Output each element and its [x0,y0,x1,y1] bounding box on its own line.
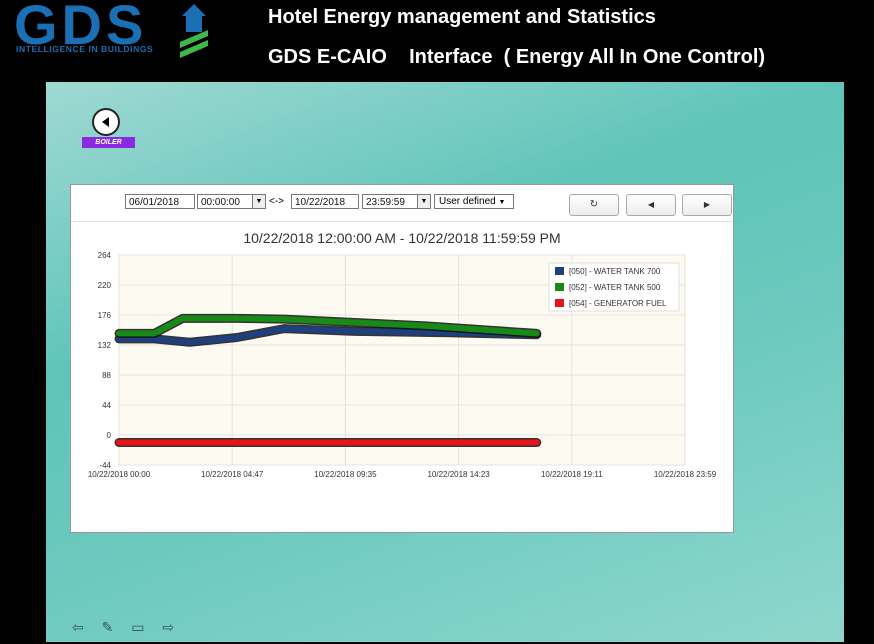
range-mode-label: User defined [439,196,496,207]
y-tick-label: 0 [107,431,112,440]
screen-icon[interactable]: ▭ [131,619,144,636]
y-tick-label: 44 [102,401,111,410]
refresh-button[interactable]: ↻ [569,194,619,216]
y-tick-label: 264 [98,251,112,260]
legend-label: [050] - WATER TANK 700 [569,267,661,276]
start-time-dropdown[interactable]: ▼ [252,194,266,209]
legend-label: [054] - GENERATOR FUEL [569,299,667,308]
end-time-dropdown[interactable]: ▼ [417,194,431,209]
back-arrow-icon[interactable]: ⇦ [72,619,84,636]
footer-toolbar: ⇦ ✎ ▭ ⇨ [72,619,188,636]
chart-toolbar: 06/01/2018 00:00:00 ▼ <-> 10/22/2018 23:… [71,185,733,222]
x-tick-label: 10/22/2018 09:35 [314,470,377,479]
legend-label: [052] - WATER TANK 500 [569,283,661,292]
back-button[interactable] [92,108,120,136]
end-time-input[interactable]: 23:59:59 [362,194,418,209]
prev-icon: ◀ [647,200,655,209]
next-icon: ▶ [703,200,711,209]
pen-icon[interactable]: ✎ [102,619,114,636]
y-tick-label: 176 [98,311,112,320]
y-tick-label: 220 [98,281,112,290]
legend-swatch [555,299,564,307]
logo-tagline: INTELLIGENCE IN BUILDINGS [16,44,154,54]
y-tick-label: -44 [99,461,111,470]
x-tick-label: 10/22/2018 00:00 [88,470,151,479]
refresh-icon: ↻ [589,199,599,210]
start-date-input[interactable]: 06/01/2018 [125,194,195,209]
building-logo-icon [180,4,208,58]
range-separator: <-> [269,196,285,207]
end-date-input[interactable]: 10/22/2018 [291,194,359,209]
range-mode-select[interactable]: User defined ▼ [434,194,514,209]
y-tick-label: 88 [102,371,111,380]
legend-swatch [555,283,564,291]
chart-title: 10/22/2018 12:00:00 AM - 10/22/2018 11:5… [243,230,561,246]
legend-swatch [555,267,564,275]
forward-arrow-icon[interactable]: ⇨ [162,619,174,636]
y-tick-label: 132 [98,341,112,350]
page-title: Hotel Energy management and Statistics [268,6,656,28]
x-tick-label: 10/22/2018 19:11 [541,470,603,479]
desktop-area: BOILER 06/01/2018 00:00:00 ▼ <-> 10/22/2… [46,82,844,642]
caret-down-icon: ▼ [498,199,506,206]
start-time-input[interactable]: 00:00:00 [197,194,253,209]
x-tick-label: 10/22/2018 23:59 [654,470,717,479]
next-button[interactable]: ▶ [682,194,732,216]
line-chart: 264 220 176 132 88 44 0 -4410/22/2018 00:00 10/2… [88,251,717,479]
x-tick-label: 10/22/2018 04:47 [201,470,264,479]
boiler-tag[interactable]: BOILER [82,137,135,148]
chevron-left-icon [102,117,109,127]
x-tick-label: 10/22/2018 14:23 [427,470,490,479]
gds-logo: GDS INTELLIGENCE IN BUILDINGS [14,0,208,64]
prev-button[interactable]: ◀ [626,194,676,216]
chart-panel: 06/01/2018 00:00:00 ▼ <-> 10/22/2018 23:… [70,184,734,533]
page-subtitle: GDS E-CAIO Interface ( Energy All In One… [268,46,766,68]
